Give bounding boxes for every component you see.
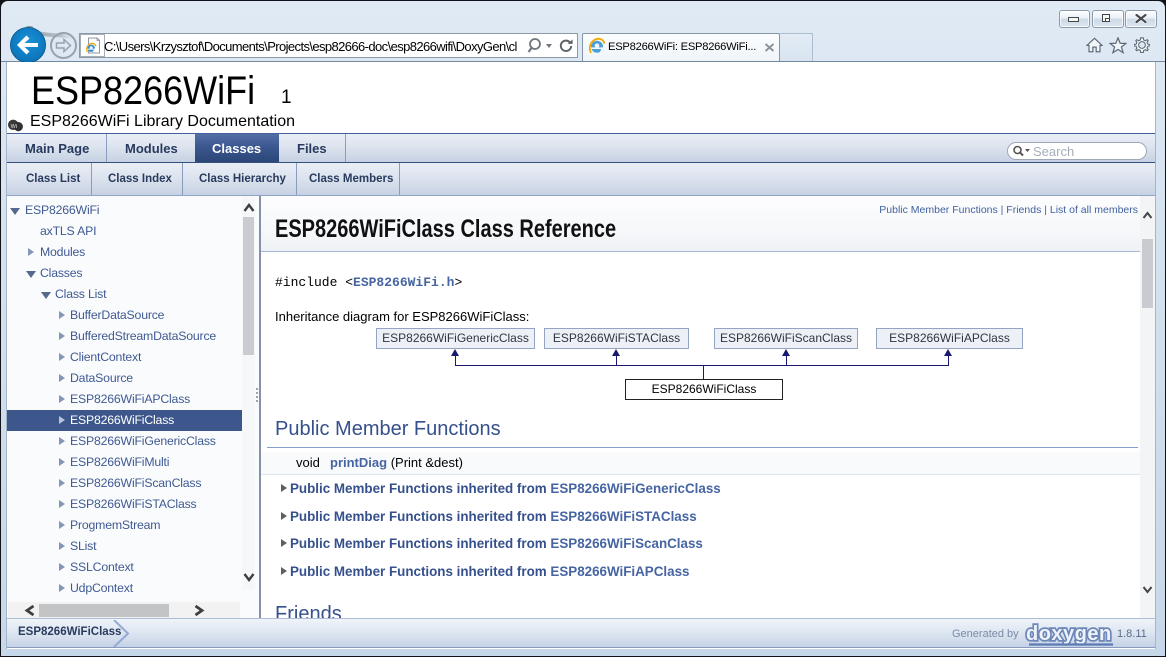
svg-text:doxygen: doxygen (1026, 623, 1112, 645)
svg-text:Wi: Wi (11, 124, 18, 130)
